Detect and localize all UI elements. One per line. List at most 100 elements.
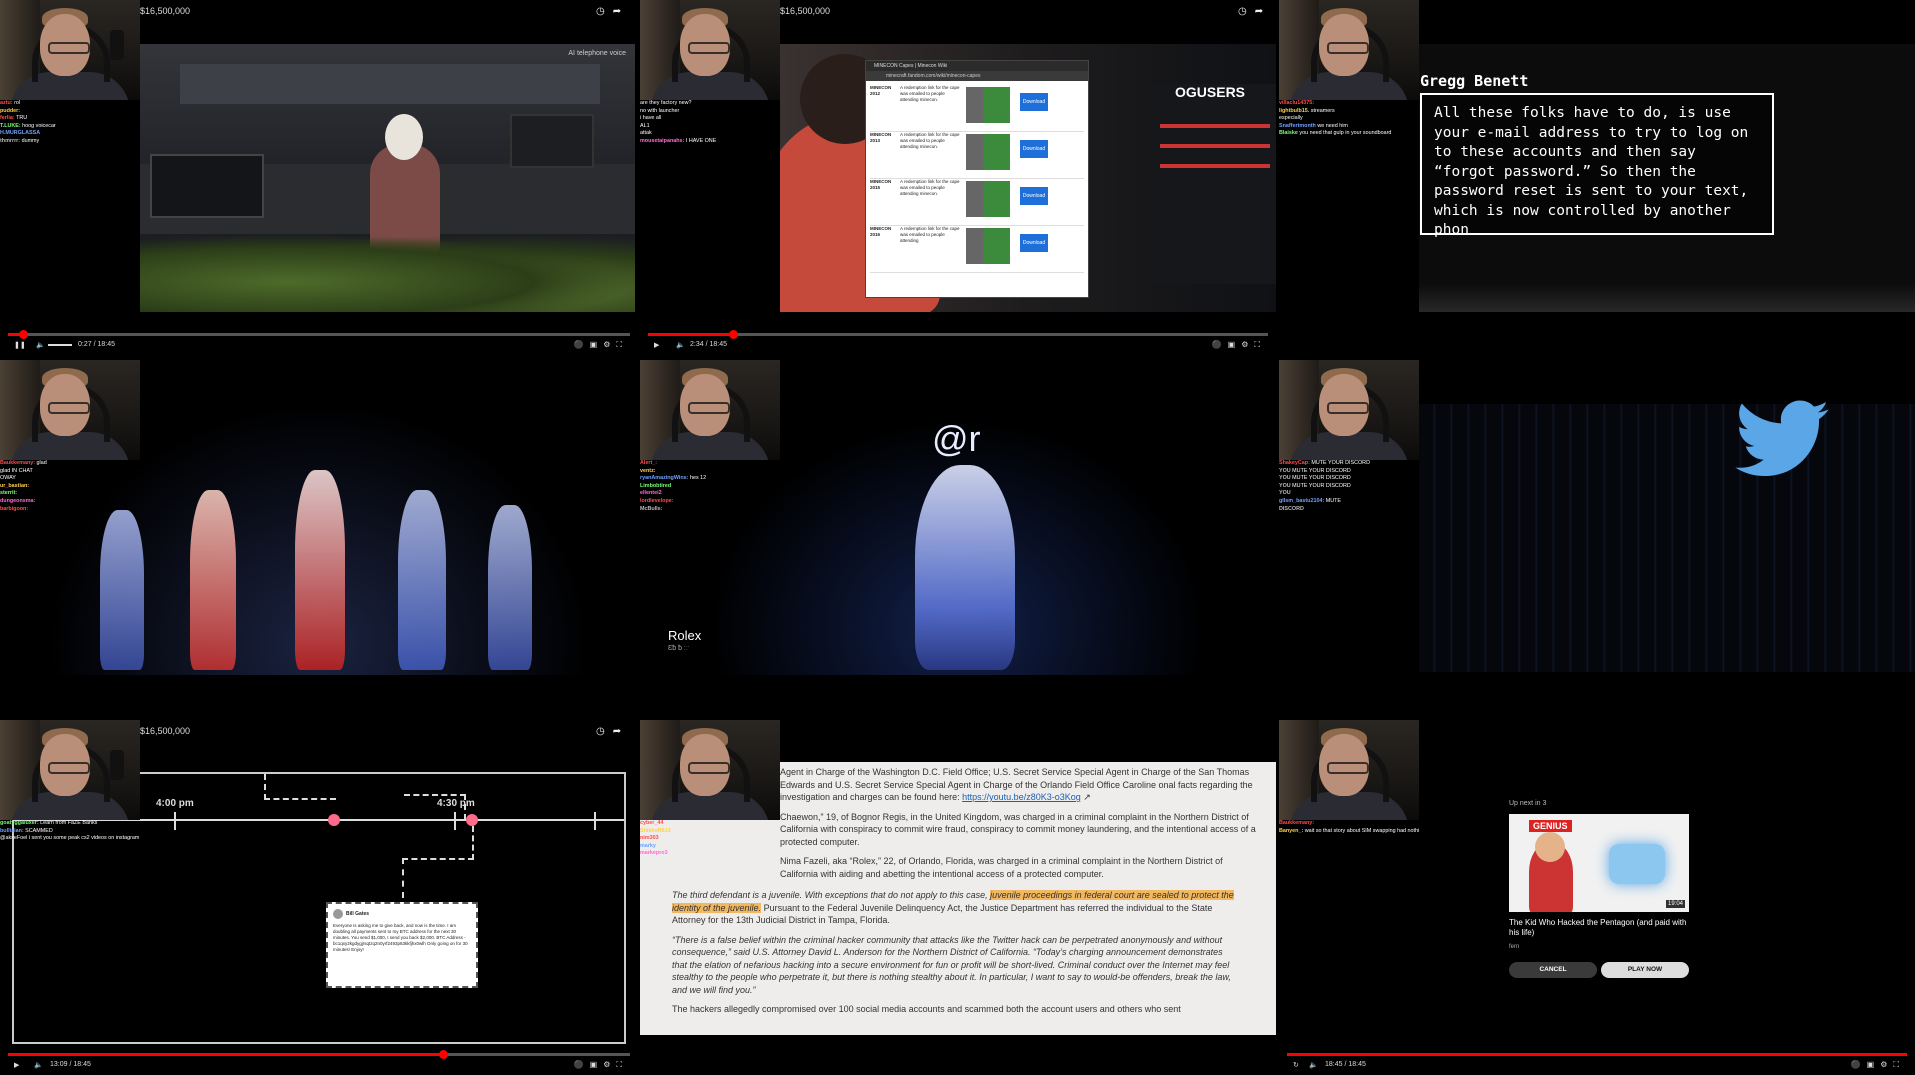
replay-icon[interactable]: ↻ bbox=[1293, 1061, 1299, 1069]
chat-text: rol bbox=[12, 100, 21, 106]
progress-knob[interactable] bbox=[439, 1050, 449, 1059]
twitter-handle: @r bbox=[932, 418, 981, 459]
video-player-controls[interactable]: ▶ 🔈 13:09 / 18:45 ⚫▣⚙⛶ bbox=[0, 1050, 638, 1075]
volume-slider[interactable] bbox=[48, 344, 72, 346]
browser-tab[interactable]: MINECON Capes | Minecon Wiki bbox=[866, 61, 1088, 71]
volume-icon[interactable]: 🔈 bbox=[676, 341, 685, 349]
chat-username: goatyggaluxer: bbox=[0, 820, 39, 826]
settings-icon[interactable]: ⚙ bbox=[603, 340, 616, 349]
external-link-icon[interactable]: ↗ bbox=[1083, 792, 1091, 802]
tile-doj-document: Agent in Charge of the Washington D.C. F… bbox=[640, 720, 1276, 1075]
download-button[interactable]: Download bbox=[1020, 140, 1048, 158]
settings-icon[interactable]: ⚙ bbox=[1241, 340, 1254, 349]
chat-overlay: ShakeyCap: MUTE YOUR DISCORD YOU MUTE YOU… bbox=[1279, 460, 1419, 513]
streamer-webcam bbox=[640, 0, 780, 100]
play-icon[interactable]: ▶ bbox=[14, 1061, 19, 1069]
pause-icon[interactable]: ❚❚ bbox=[14, 341, 26, 349]
subtitles-icon[interactable]: ▣ bbox=[1867, 1060, 1881, 1069]
channel-name[interactable]: fern bbox=[1509, 944, 1519, 950]
tile-hologram-group: Baukkemany: glad glad IN CHAT OWAY ur_bas… bbox=[0, 360, 638, 715]
download-button[interactable]: Download bbox=[1020, 93, 1048, 111]
chat-message: OWAY bbox=[0, 475, 140, 483]
cape-desc: A redemption link for the cape was email… bbox=[900, 226, 960, 243]
autoplay-toggle[interactable]: ⚫ bbox=[1212, 340, 1228, 349]
video-player-controls[interactable]: ❚❚ 🔈 0:27 / 18:45 ⚫▣⚙⛶ bbox=[0, 330, 638, 355]
settings-icon[interactable]: ⚙ bbox=[603, 1060, 616, 1069]
watch-later-icon[interactable]: ◷ bbox=[1238, 6, 1255, 17]
next-video-thumbnail[interactable]: GENIUS 19:04 bbox=[1509, 814, 1689, 912]
chat-username: marky bbox=[640, 842, 656, 849]
progress-bar[interactable] bbox=[8, 330, 630, 339]
site-logo: OGUSERS bbox=[1175, 84, 1246, 100]
watch-later-icon[interactable]: ◷ bbox=[596, 6, 613, 17]
right-controls: ⚫▣⚙⛶ bbox=[1212, 340, 1266, 350]
play-now-button[interactable]: PLAY NOW bbox=[1601, 962, 1689, 978]
watch-later-icon[interactable]: ◷ bbox=[596, 726, 613, 737]
settings-icon[interactable]: ⚙ bbox=[1880, 1060, 1893, 1069]
chat-text: MUTE YOUR DISCORD bbox=[1309, 460, 1370, 466]
tile-timeline-scene: $16,500,000 ◷➦ 4:00 pm 4:30 pm Bill Gate… bbox=[0, 720, 638, 1075]
chat-username: McBulls: bbox=[640, 505, 663, 512]
event-marker bbox=[466, 814, 478, 826]
right-controls: ⚫▣⚙⛶ bbox=[574, 340, 628, 350]
hologram-figure bbox=[915, 465, 1015, 670]
download-button[interactable]: Download bbox=[1020, 187, 1048, 205]
chat-message: dungeonsma: bbox=[0, 498, 140, 506]
play-icon[interactable]: ▶ bbox=[654, 341, 659, 349]
progress-knob[interactable] bbox=[728, 330, 738, 339]
streamer-webcam bbox=[1279, 0, 1419, 100]
volume-icon[interactable]: 🔈 bbox=[34, 1061, 43, 1069]
chat-message: YOU MUTE YOUR DISCORD bbox=[1279, 475, 1419, 483]
address-bar[interactable]: minecraft.fandom.com/wiki/minecon-capes bbox=[866, 71, 1088, 81]
browser-window: MINECON Capes | Minecon Wiki minecraft.f… bbox=[865, 60, 1089, 298]
chat-username: mousetaipanahs: bbox=[640, 137, 685, 144]
autoplay-toggle[interactable]: ⚫ bbox=[574, 1060, 590, 1069]
chat-username: YOU bbox=[1279, 475, 1291, 482]
volume-icon[interactable]: 🔈 bbox=[1309, 1061, 1318, 1069]
chat-text: wait so that story about SIM swapping ha… bbox=[1304, 827, 1419, 834]
autoplay-toggle[interactable]: ⚫ bbox=[1851, 1060, 1867, 1069]
download-button[interactable]: Download bbox=[1020, 234, 1048, 252]
up-next-label: Up next in 3 bbox=[1509, 800, 1547, 807]
speaker-name: Gregg Benett bbox=[1420, 72, 1529, 90]
volume-icon[interactable]: 🔈 bbox=[36, 341, 45, 349]
chat-text: you need that gulp in your soundboard bbox=[1297, 130, 1392, 137]
share-icon[interactable]: ➦ bbox=[1255, 6, 1271, 17]
fullscreen-icon[interactable]: ⛶ bbox=[1893, 1060, 1905, 1069]
cancel-button[interactable]: CANCEL bbox=[1509, 962, 1597, 978]
chat-username: cyber_44 bbox=[640, 820, 664, 826]
chat-text: Learn from FaZE Banks bbox=[38, 820, 98, 826]
cape-desc: A redemption link for the cape was email… bbox=[900, 132, 960, 149]
chat-message: Banyen_: wait so that story about SIM sw… bbox=[1279, 828, 1419, 836]
progress-bar[interactable] bbox=[648, 330, 1268, 339]
chat-message: ellentei2 bbox=[640, 490, 780, 498]
chat-message: Baukkemany: bbox=[1279, 820, 1419, 828]
chat-overlay: aztu: rol pudder: ferlia: TRU T.LUKE: hoog… bbox=[0, 100, 140, 146]
share-icon[interactable]: ➦ bbox=[613, 6, 629, 17]
share-icon[interactable]: ➦ bbox=[613, 726, 629, 737]
video-player-controls[interactable]: ↻ 🔈 18:45 / 18:45 ⚫▣⚙⛶ bbox=[1279, 1053, 1915, 1075]
press-release-lower: The third defendant is a juvenile. With … bbox=[640, 885, 1276, 1035]
doc-paragraph: The hackers allegedly compromised over 1… bbox=[672, 1004, 1181, 1014]
subtitles-icon[interactable]: ▣ bbox=[590, 340, 604, 349]
progress-bar[interactable] bbox=[1287, 1053, 1907, 1056]
progress-bar[interactable] bbox=[8, 1050, 630, 1059]
chat-message: Snaffertmonth we need him bbox=[1279, 123, 1419, 131]
subtitles-icon[interactable]: ▣ bbox=[590, 1060, 604, 1069]
progress-knob[interactable] bbox=[18, 330, 28, 339]
video-link[interactable]: https://youtu.be/z80K3-o3Kog bbox=[962, 792, 1081, 802]
doc-paragraph: Chaewon,” 19, of Bognor Regis, in the Un… bbox=[780, 811, 1256, 847]
fullscreen-icon[interactable]: ⛶ bbox=[1254, 340, 1266, 349]
cape-skin-image bbox=[966, 181, 1010, 217]
chat-message: gllsm_bastu2104: MUTE bbox=[1279, 498, 1419, 506]
chat-message: YOU MUTE YOUR DISCORD bbox=[1279, 468, 1419, 476]
fullscreen-icon[interactable]: ⛶ bbox=[616, 1060, 628, 1069]
chat-message: bullisian: SCAMMED bbox=[0, 828, 140, 836]
next-video-title[interactable]: The Kid Who Hacked the Pentagon (and pai… bbox=[1509, 918, 1689, 938]
autoplay-toggle[interactable]: ⚫ bbox=[574, 340, 590, 349]
cape-skin-image bbox=[966, 134, 1010, 170]
subtitles-icon[interactable]: ▣ bbox=[1228, 340, 1242, 349]
chat-message: goatyggaluxer: Learn from FaZE Banks bbox=[0, 820, 140, 828]
fullscreen-icon[interactable]: ⛶ bbox=[616, 340, 628, 349]
video-player-controls[interactable]: ▶ 🔈 2:34 / 18:45 ⚫▣⚙⛶ bbox=[640, 330, 1276, 355]
